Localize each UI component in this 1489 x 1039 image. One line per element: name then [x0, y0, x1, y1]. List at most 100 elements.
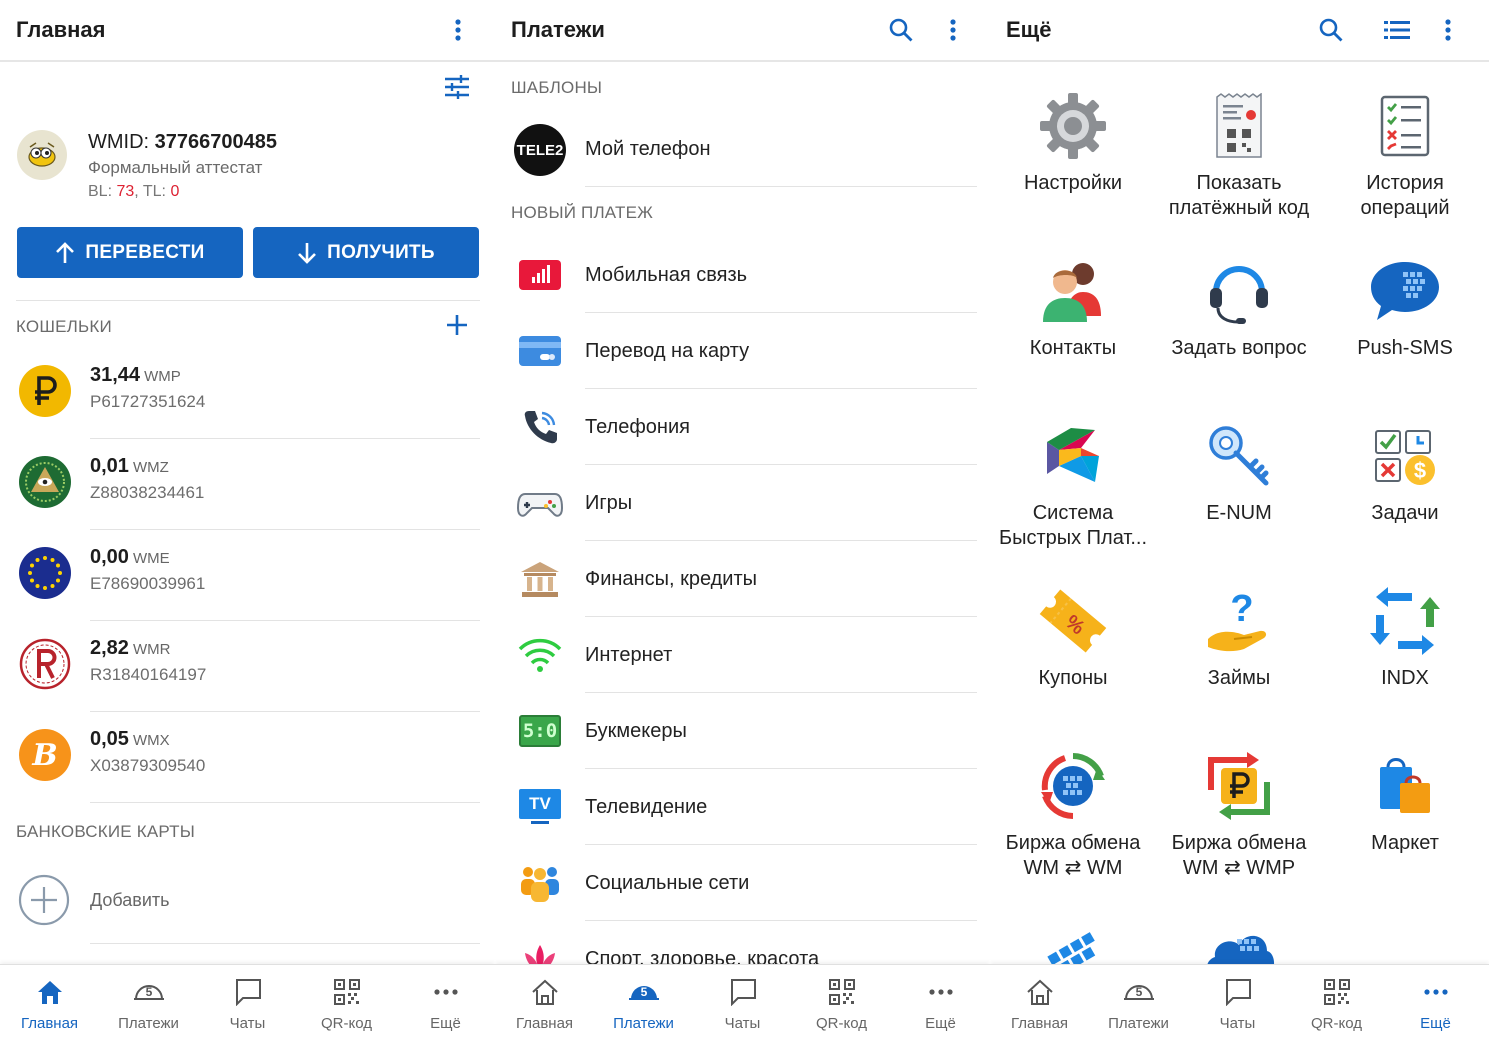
more-screen: Ещё Настройки Показать платёжный код Ист… — [990, 0, 1489, 1039]
payment-category-item[interactable]: TV Телевидение — [495, 769, 977, 845]
wifi-icon — [515, 633, 565, 677]
wallet-item[interactable]: 2,82 WMR R31840164197 — [0, 621, 480, 712]
bottom-nav: Главная 5 Платежи Чаты QR-код Ещё — [990, 964, 1489, 1039]
nav-qr[interactable]: QR-код — [297, 975, 396, 1032]
wallet-item[interactable]: 31,44 WMP P61727351624 — [0, 348, 480, 439]
home-icon — [0, 975, 99, 1009]
nav-home[interactable]: Главная — [990, 975, 1089, 1032]
tile-label: Купоны — [1038, 667, 1108, 689]
payment-category-item[interactable]: Перевод на карту — [495, 313, 977, 389]
receipt-qr-icon — [1199, 88, 1279, 164]
nav-payments[interactable]: 5 Платежи — [99, 975, 198, 1032]
wallet-item[interactable]: B 0,05 WMX X03879309540 — [0, 712, 480, 803]
search-icon[interactable] — [1316, 15, 1346, 45]
nav-more[interactable]: Ещё — [1386, 975, 1485, 1032]
tile-enum[interactable]: E-NUM — [1156, 418, 1322, 526]
tele2-logo: TELE2 — [514, 124, 566, 176]
nav-payments[interactable]: 5 Платежи — [1089, 975, 1188, 1032]
exchange-wm-icon — [1033, 748, 1113, 824]
nav-more-label: Ещё — [925, 1015, 956, 1032]
add-card-label: Добавить — [90, 890, 170, 910]
bitcoin-coin-icon: B — [19, 729, 71, 781]
tile-label: История операций — [1360, 172, 1450, 219]
wallet-number: P61727351624 — [90, 392, 206, 411]
qr-code-icon — [792, 975, 891, 1009]
wallet-number: Z88038234461 — [90, 483, 205, 502]
payment-category-item[interactable]: Финансы, кредиты — [495, 541, 977, 617]
nav-more[interactable]: Ещё — [396, 975, 495, 1032]
ruble-r-coin-icon — [19, 638, 71, 690]
tile-exchange-wm[interactable]: Биржа обмена WM ⇄ WM — [990, 748, 1156, 881]
payment-category-item[interactable]: Мобильная связь — [495, 237, 977, 313]
tile-indx[interactable]: INDX — [1322, 583, 1488, 691]
category-label: Интернет — [585, 644, 673, 666]
nav-qr-label: QR-код — [1311, 1015, 1362, 1032]
tile-payment-code[interactable]: Показать платёжный код — [1156, 88, 1322, 221]
payment-category-item[interactable]: Игры — [495, 465, 977, 541]
payment-category-item[interactable]: Телефония — [495, 389, 977, 465]
add-wallet-icon[interactable] — [442, 310, 472, 340]
nav-home[interactable]: Главная — [0, 975, 99, 1032]
tile-label: Push-SMS — [1357, 337, 1453, 359]
tile-tasks[interactable]: $ Задачи — [1322, 418, 1488, 526]
filter-settings-icon[interactable] — [442, 72, 472, 102]
tile-history[interactable]: История операций — [1322, 88, 1488, 221]
nav-chats[interactable]: Чаты — [693, 975, 792, 1032]
nav-chats[interactable]: Чаты — [198, 975, 297, 1032]
payment-category-item[interactable]: Социальные сети — [495, 845, 977, 921]
nav-chats[interactable]: Чаты — [1188, 975, 1287, 1032]
nav-home[interactable]: Главная — [495, 975, 594, 1032]
sbp-icon — [1033, 418, 1113, 494]
home-icon — [495, 975, 594, 1009]
category-label: Букмекеры — [585, 720, 687, 742]
nav-qr[interactable]: QR-код — [1287, 975, 1386, 1032]
payments-icon: 5 — [99, 975, 198, 1009]
nav-home-label: Главная — [1010, 1015, 1069, 1032]
page-title: Платежи — [511, 17, 605, 42]
more-vert-icon[interactable] — [443, 15, 473, 45]
bl-tl-line: BL: 73, TL: 0 — [88, 183, 180, 200]
template-label: Мой телефон — [585, 138, 711, 160]
wallet-item[interactable]: 0,00 WME E78690039961 — [0, 530, 480, 621]
arrow-up-icon — [56, 241, 75, 263]
contacts-icon — [1033, 253, 1113, 329]
add-card-row[interactable]: Добавить — [0, 868, 480, 934]
tile-settings[interactable]: Настройки — [990, 88, 1156, 196]
more-horiz-icon — [891, 975, 990, 1009]
wallet-item[interactable]: 0,01 WMZ Z88038234461 — [0, 439, 480, 530]
category-label: Перевод на карту — [585, 340, 750, 362]
nav-more[interactable]: Ещё — [891, 975, 990, 1032]
home-screen: Главная WMID: 37766700485 Формальный атт… — [0, 0, 495, 1039]
more-vert-icon[interactable] — [1433, 15, 1463, 45]
transfer-button[interactable]: ПЕРЕВЕСТИ — [17, 227, 243, 278]
tile-sbp[interactable]: Система Быстрых Плат... — [990, 418, 1156, 551]
dollar-eye-coin-icon — [19, 456, 71, 508]
template-item[interactable]: TELE2 Мой телефон — [495, 112, 977, 187]
payment-category-item[interactable]: Интернет — [495, 617, 977, 693]
tile-push-sms[interactable]: Push-SMS — [1322, 253, 1488, 361]
tile-label: INDX — [1381, 667, 1429, 689]
tile-ask-question[interactable]: Задать вопрос — [1156, 253, 1322, 361]
checklist-icon — [1365, 88, 1445, 164]
avatar[interactable] — [17, 130, 67, 180]
receive-button-label: ПОЛУЧИТЬ — [327, 241, 435, 263]
wallet-amount: 2,82 WMR — [90, 637, 171, 659]
list-view-icon[interactable] — [1382, 15, 1412, 45]
tile-contacts[interactable]: Контакты — [990, 253, 1156, 361]
payment-category-item[interactable]: 5:0 Букмекеры — [495, 693, 977, 769]
more-vert-icon[interactable] — [938, 15, 968, 45]
tile-exchange-wmp[interactable]: Биржа обмена WM ⇄ WMP — [1156, 748, 1322, 881]
tile-label: Система Быстрых Плат... — [998, 502, 1148, 549]
wallet-number: X03879309540 — [90, 756, 206, 775]
arrow-down-icon — [298, 242, 317, 264]
nav-qr[interactable]: QR-код — [792, 975, 891, 1032]
tile-market[interactable]: Маркет — [1322, 748, 1488, 856]
search-icon[interactable] — [886, 15, 916, 45]
wallet-amount: 0,05 WMX — [90, 728, 170, 750]
receive-button[interactable]: ПОЛУЧИТЬ — [253, 227, 479, 278]
more-app-bar: Ещё — [990, 0, 1489, 62]
nav-payments[interactable]: 5 Платежи — [594, 975, 693, 1032]
tile-coupons[interactable]: % Купоны — [990, 583, 1156, 691]
tile-loans[interactable]: ? Займы — [1156, 583, 1322, 691]
tile-label: Маркет — [1371, 832, 1439, 854]
